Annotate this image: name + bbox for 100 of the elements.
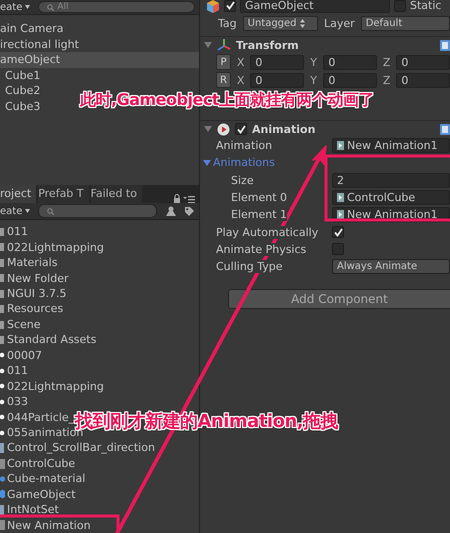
clip-icon: [337, 193, 344, 202]
folder-icon: [0, 256, 5, 269]
asset-item[interactable]: GameObject: [7, 486, 76, 502]
static-checkbox[interactable]: [394, 0, 406, 12]
number-field[interactable]: 2: [332, 172, 450, 188]
static-label: Static: [410, 0, 442, 12]
component-title: Animation: [252, 122, 316, 136]
folder-icon: [0, 334, 5, 346]
panel-tab[interactable]: roject: [0, 184, 36, 203]
hierarchy-item[interactable]: Cube3: [0, 98, 40, 114]
search-field[interactable]: [38, 204, 157, 218]
layer-dropdown[interactable]: Default: [360, 16, 450, 30]
enabled-checkbox[interactable]: [235, 123, 247, 135]
active-checkbox[interactable]: [224, 0, 236, 12]
create-button[interactable]: eate: [0, 2, 30, 12]
clip-icon: [0, 519, 5, 532]
property-label: Element 0: [231, 191, 288, 204]
axis-label: Y: [309, 74, 318, 86]
hierarchy-item[interactable]: ameObject: [0, 52, 199, 68]
lock-icon[interactable]: [173, 194, 181, 203]
asset-item[interactable]: 033: [7, 394, 28, 410]
asset-item[interactable]: Scene: [7, 316, 41, 332]
asset-item[interactable]: 022Lightmapping: [7, 378, 104, 394]
axis-label: X: [236, 74, 246, 86]
asset-item[interactable]: Materials: [7, 255, 58, 271]
folder-icon: [0, 303, 5, 316]
asset-item[interactable]: 011: [7, 363, 28, 379]
asset-item[interactable]: 011: [7, 224, 28, 240]
stepper-icon: [300, 18, 305, 28]
clip-icon: [337, 141, 344, 150]
object-field[interactable]: New Animation1: [332, 138, 450, 154]
reset-button[interactable]: R: [216, 72, 232, 88]
search-icon: [47, 4, 54, 10]
folder-icon: [0, 318, 5, 331]
asset-item[interactable]: Cube-material: [7, 471, 86, 487]
value-field[interactable]: 0: [396, 54, 450, 70]
asset-item[interactable]: NGUI 3.7.5: [7, 286, 67, 302]
asset-item[interactable]: Control_ScrollBar_direction: [7, 440, 155, 456]
hierarchy-item[interactable]: Cube2: [0, 83, 40, 98]
axes-icon: [217, 38, 231, 52]
clip-icon: [0, 458, 5, 470]
layer-label: Layer: [324, 16, 355, 30]
tag-icon[interactable]: [184, 206, 195, 217]
tag-label: Tag: [218, 16, 237, 30]
asset-item[interactable]: Standard Assets: [7, 332, 96, 348]
tag-dropdown[interactable]: Untagged: [242, 16, 318, 30]
value-field[interactable]: 0: [396, 72, 450, 88]
annotation-caption: 此时,Gameobject上面就挂有两个动画了: [80, 90, 374, 111]
dropdown[interactable]: Always Animate: [332, 259, 450, 274]
foldout-arrow-icon[interactable]: [204, 41, 212, 49]
document-icon: [0, 504, 5, 516]
value-field[interactable]: 0: [250, 72, 304, 88]
property-label: Animation: [216, 139, 272, 152]
caret-icon: [25, 209, 30, 214]
checkbox[interactable]: [332, 243, 344, 256]
folder-icon: [0, 226, 5, 238]
asset-item[interactable]: ControlCube: [7, 456, 76, 472]
reset-button[interactable]: P: [216, 54, 232, 70]
hierarchy-item[interactable]: irectional light: [0, 36, 79, 52]
axis-label: Y: [309, 56, 318, 68]
cube-icon: [0, 488, 5, 500]
value-field[interactable]: 0: [323, 72, 378, 88]
cube-icon: [206, 0, 220, 12]
panel-tab[interactable]: Prefab T: [38, 184, 89, 203]
foldout-arrow-icon[interactable]: [203, 158, 211, 167]
foldout-arrow-icon[interactable]: [204, 125, 212, 133]
add-component-button[interactable]: Add Component: [228, 289, 450, 310]
checkbox[interactable]: [332, 226, 344, 238]
object-field[interactable]: ControlCube: [332, 190, 450, 206]
clip-icon: [337, 210, 344, 220]
property-label: Culling Type: [216, 260, 283, 274]
component-title: Transform: [236, 38, 299, 52]
axis-label: Z: [382, 56, 392, 68]
search-icon: [47, 208, 54, 215]
name-field[interactable]: GameObject: [240, 0, 390, 13]
hierarchy-item[interactable]: ain Camera: [0, 21, 64, 36]
asset-item[interactable]: 00007: [7, 348, 42, 364]
asset-item[interactable]: New Animation: [7, 518, 91, 533]
hierarchy-item[interactable]: Cube1: [0, 68, 40, 83]
play-icon: [217, 122, 230, 136]
property-label: Animate Physics: [216, 242, 306, 256]
folder-icon: [0, 241, 5, 254]
property-label: Size: [231, 174, 254, 187]
create-button[interactable]: eate: [0, 206, 30, 217]
folder-icon: [0, 272, 5, 284]
property-label: Element 1: [231, 208, 288, 222]
asset-item[interactable]: 022Lightmapping: [7, 240, 104, 256]
asset-item[interactable]: IntNotSet: [7, 502, 59, 518]
value-field[interactable]: 0: [323, 54, 378, 70]
asset-item[interactable]: 044Particle_: [7, 410, 74, 425]
asset-item[interactable]: New Folder: [7, 270, 68, 286]
axis-label: X: [236, 56, 246, 68]
value-field[interactable]: 0: [250, 54, 304, 70]
document-icon: [0, 442, 5, 454]
asset-item[interactable]: Resources: [7, 301, 64, 317]
menu-icon[interactable]: [183, 194, 195, 203]
panel-tab[interactable]: Failed to: [90, 184, 142, 203]
property-label: Play Automatically: [216, 226, 318, 239]
folder-icon: [0, 288, 5, 300]
caret-icon: [25, 5, 30, 9]
